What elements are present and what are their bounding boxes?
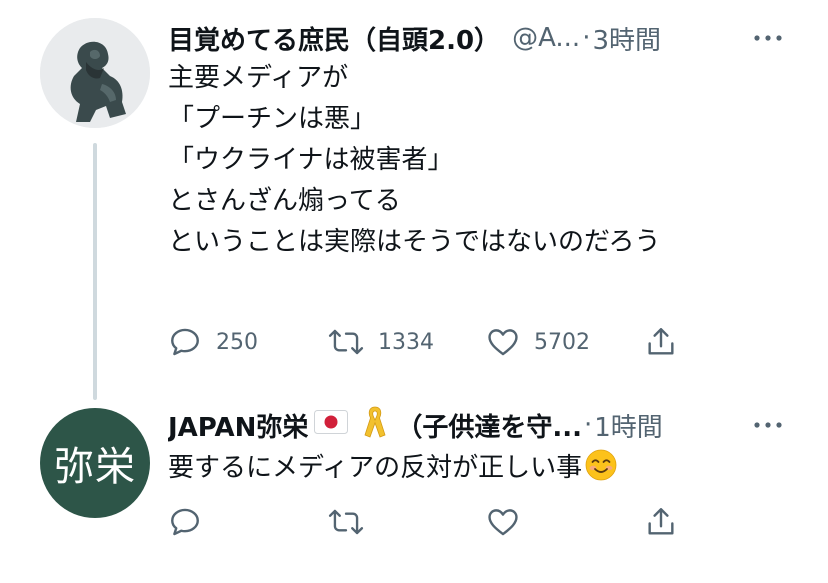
like-button[interactable]: 5702 (486, 322, 590, 362)
tweet-text-line: 「プーチンは悪」 (168, 104, 377, 134)
tweet-2-actions (168, 502, 688, 542)
display-name-suffix[interactable]: （子供達を守... (396, 407, 582, 444)
reply-icon (171, 508, 199, 536)
tweet-thread: 目覚めてる庶民（自頭2.0） @A... · 3時間 主要メディアが 「プーチン… (0, 0, 828, 583)
tweet-text-line: とさんざん煽ってる (168, 186, 401, 216)
tweet-text: 要するにメディアの反対が正しい事 (168, 453, 583, 483)
yellow-ribbon-icon (362, 405, 388, 446)
timestamp[interactable]: 1時間 (594, 407, 663, 444)
reply-button[interactable]: 250 (168, 322, 258, 362)
display-name[interactable]: JAPAN弥栄 (168, 407, 308, 444)
reply-count: 250 (216, 329, 258, 355)
retweet-count: 1334 (378, 329, 434, 355)
like-icon (488, 509, 518, 536)
retweet-button[interactable]: 1334 (328, 322, 434, 362)
more-icon[interactable] (748, 405, 788, 445)
like-button[interactable] (486, 502, 534, 542)
tweet-1-actions: 250 1334 5702 (168, 322, 688, 362)
thinker-statue-image (40, 18, 150, 128)
share-button[interactable] (644, 322, 678, 362)
japan-flag-icon (314, 409, 349, 441)
tweet-text-line: 「ウクライナは被害者」 (168, 145, 454, 175)
retweet-icon (328, 329, 364, 355)
avatar-thinker[interactable] (40, 18, 150, 128)
tweet-1-header: 目覚めてる庶民（自頭2.0） @A... · 3時間 (168, 18, 788, 58)
retweet-icon (328, 509, 364, 535)
like-count: 5702 (534, 329, 590, 355)
tweet-2-text: 要するにメディアの反対が正しい事 (168, 448, 618, 495)
reply-button[interactable] (168, 502, 216, 542)
like-icon (488, 329, 518, 356)
avatar-text: 弥栄 (54, 444, 136, 490)
share-button[interactable] (644, 502, 678, 542)
tweet-text-line: ということは実際はそうではないのだろう (168, 227, 661, 257)
timestamp[interactable]: 3時間 (592, 20, 661, 57)
user-handle[interactable]: @A... (512, 23, 580, 53)
tweet-text-line: 要するにメディアの反対が正しい事 (168, 448, 618, 495)
share-icon (648, 328, 674, 355)
avatar-japan-iyasaka[interactable]: 弥栄 (40, 408, 150, 518)
more-icon[interactable] (748, 18, 788, 58)
thread-connector-line (93, 143, 97, 400)
separator-dot: · (584, 410, 593, 440)
tweet-2-header: JAPAN弥栄 （子供達を守... · 1時間 (168, 405, 788, 445)
share-icon (648, 508, 674, 535)
smiling-face-icon (584, 448, 618, 495)
separator-dot: · (582, 23, 591, 53)
tweet-1-text: 主要メディアが 「プーチンは悪」 「ウクライナは被害者」 とさんざん煽ってる と… (168, 58, 660, 263)
reply-icon (171, 328, 199, 356)
tweet-text-line: 主要メディアが (168, 63, 349, 93)
retweet-button[interactable] (328, 502, 378, 542)
display-name[interactable]: 目覚めてる庶民（自頭2.0） (168, 20, 500, 57)
